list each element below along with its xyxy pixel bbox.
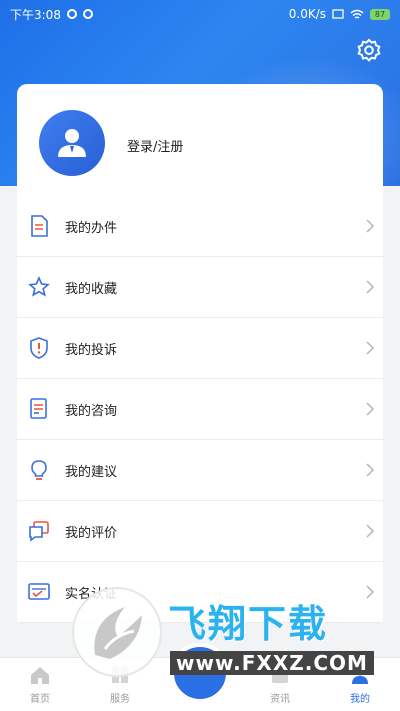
chevron-right-icon — [366, 280, 375, 294]
chevron-right-icon — [366, 585, 375, 599]
menu-item-my-cases[interactable]: 我的办件 — [17, 196, 383, 257]
menu-label: 我的投诉 — [65, 342, 118, 358]
chevron-right-icon — [366, 524, 375, 538]
menu-label: 我的建议 — [65, 464, 118, 480]
menu-label: 实名认证 — [65, 586, 118, 602]
menu-item-favorites[interactable]: 我的收藏 — [17, 257, 383, 318]
center-action-button[interactable] — [170, 643, 230, 703]
tab-home[interactable]: 首页 — [0, 658, 80, 711]
notification-icon-2 — [82, 9, 93, 19]
chat-icon — [27, 519, 51, 543]
menu-label: 我的办件 — [65, 220, 118, 236]
tab-label: 首页 — [30, 694, 50, 705]
lightbulb-icon — [27, 458, 51, 482]
notification-icon — [66, 9, 77, 19]
avatar[interactable] — [39, 110, 105, 176]
chevron-right-icon — [366, 219, 375, 233]
tab-label: 我的 — [350, 694, 370, 705]
status-time: 下午3:08 — [10, 7, 61, 22]
tab-services[interactable]: 服务 — [80, 658, 160, 711]
menu-label: 我的咨询 — [65, 403, 118, 419]
menu-label: 我的收藏 — [65, 281, 118, 297]
shield-alert-icon — [27, 336, 51, 360]
document-icon — [27, 214, 51, 238]
chevron-right-icon — [366, 402, 375, 416]
tab-mine[interactable]: 我的 — [320, 658, 400, 711]
id-card-icon — [27, 580, 51, 604]
tab-label: 资讯 — [270, 694, 290, 705]
settings-button[interactable] — [354, 36, 384, 66]
menu-item-consultations[interactable]: 我的咨询 — [17, 379, 383, 440]
chevron-right-icon — [366, 463, 375, 477]
home-icon — [31, 667, 49, 684]
status-bar: 下午3:08 0.0K/s 87 — [0, 0, 400, 28]
menu-list: 我的办件 我的收藏 我的投诉 我的咨询 我的建议 我的评价 实名认证 — [17, 196, 383, 623]
login-register-link[interactable]: 登录/注册 — [127, 136, 183, 155]
tab-label: 服务 — [110, 694, 130, 705]
tab-news[interactable]: 资讯 — [240, 658, 320, 711]
gear-icon — [357, 38, 381, 62]
chevron-right-icon — [366, 341, 375, 355]
services-icon — [112, 667, 128, 683]
news-icon — [272, 667, 288, 683]
user-icon — [58, 129, 86, 157]
menu-item-complaints[interactable]: 我的投诉 — [17, 318, 383, 379]
battery-icon: 87 — [370, 8, 390, 20]
user-tab-icon — [352, 666, 368, 684]
profile-card: 登录/注册 — [17, 84, 383, 196]
consult-doc-icon — [27, 397, 51, 421]
menu-item-reviews[interactable]: 我的评价 — [17, 501, 383, 562]
menu-label: 我的评价 — [65, 525, 118, 541]
menu-item-suggestions[interactable]: 我的建议 — [17, 440, 383, 501]
star-icon — [27, 275, 51, 299]
wifi-icon — [350, 9, 364, 19]
network-speed: 0.0K/s — [288, 7, 326, 21]
menu-item-real-name-auth[interactable]: 实名认证 — [17, 562, 383, 623]
sim-icon — [332, 9, 344, 19]
